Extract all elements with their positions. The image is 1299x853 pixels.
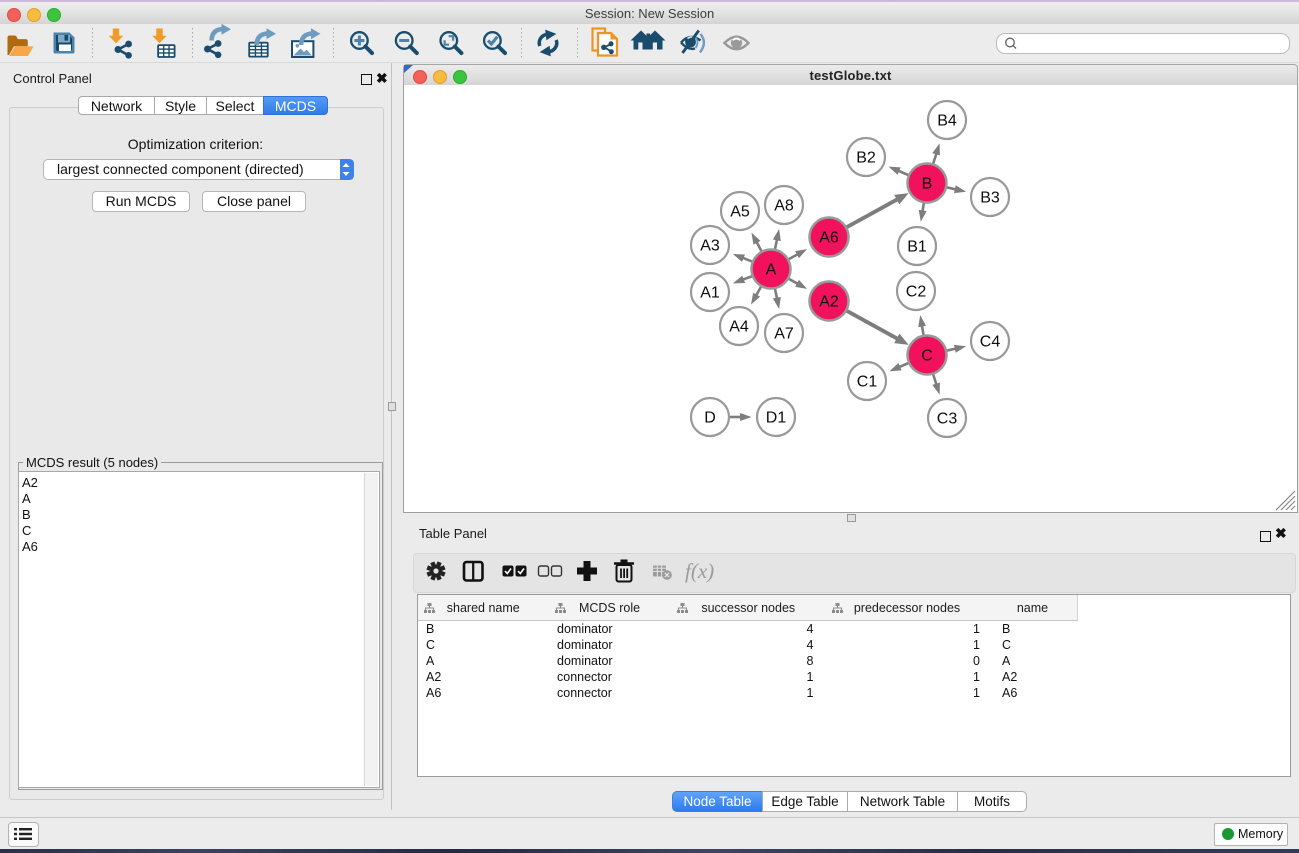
svg-text:C1: C1 xyxy=(857,374,878,391)
svg-text:C4: C4 xyxy=(980,334,1001,351)
svg-text:f(x): f(x) xyxy=(685,559,714,583)
svg-text:A8: A8 xyxy=(774,198,794,215)
svg-text:A6: A6 xyxy=(819,230,839,247)
svg-text:A3: A3 xyxy=(700,238,720,255)
svg-text:C: C xyxy=(921,348,933,365)
svg-text:B: B xyxy=(922,176,933,193)
svg-text:B2: B2 xyxy=(856,150,876,167)
svg-text:D: D xyxy=(704,410,716,427)
svg-text:A2: A2 xyxy=(819,294,839,311)
svg-text:C2: C2 xyxy=(906,284,927,301)
svg-text:C3: C3 xyxy=(937,411,958,428)
svg-text:A7: A7 xyxy=(774,326,794,343)
svg-text:B4: B4 xyxy=(937,113,957,130)
svg-text:B3: B3 xyxy=(980,190,1000,207)
svg-text:B1: B1 xyxy=(907,239,927,256)
svg-text:D1: D1 xyxy=(766,410,787,427)
svg-text:A4: A4 xyxy=(729,319,749,336)
svg-text:A1: A1 xyxy=(700,285,720,302)
svg-text:A: A xyxy=(766,262,777,279)
svg-text:A5: A5 xyxy=(730,204,750,221)
